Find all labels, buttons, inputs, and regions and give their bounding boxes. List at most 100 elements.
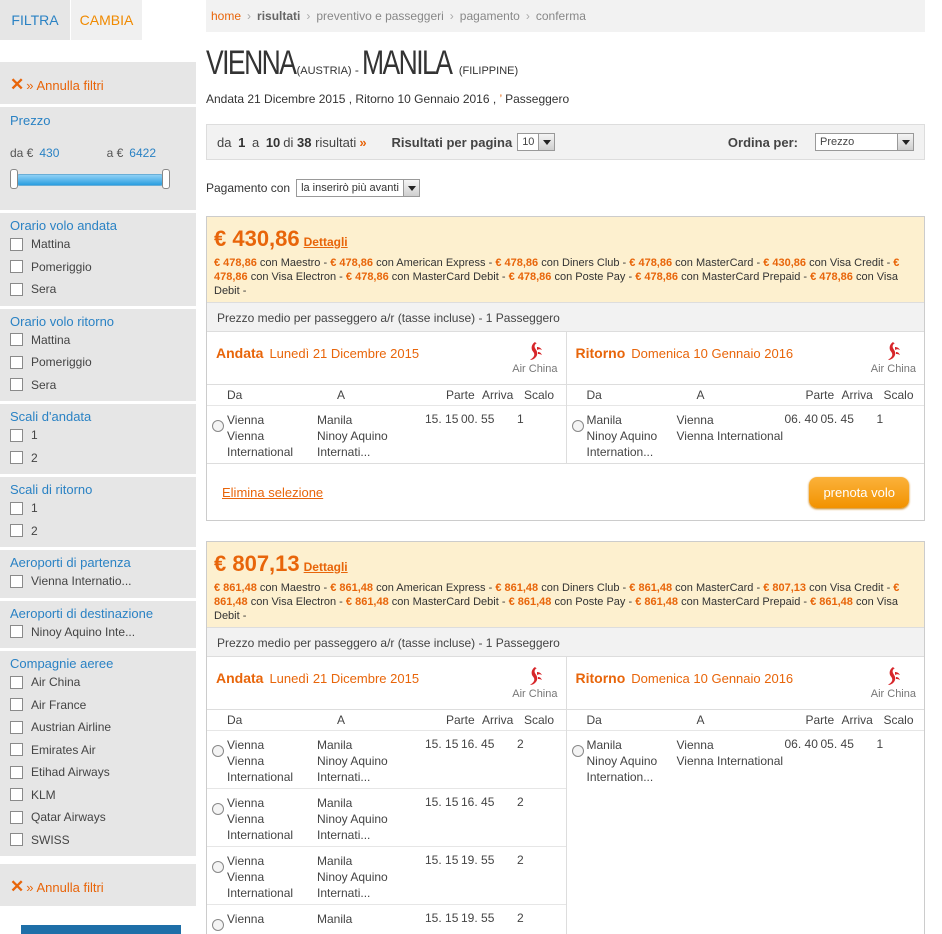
flight-select-radio[interactable] [571, 745, 584, 757]
flight-select-radio[interactable] [212, 803, 224, 815]
card-price-list: € 861,48 con Maestro - € 861,48 con Amer… [214, 582, 900, 622]
return-time-option[interactable]: Sera [10, 374, 186, 397]
checkbox[interactable] [10, 625, 23, 639]
checkbox[interactable] [10, 428, 23, 442]
airline-option[interactable]: Air China [10, 671, 186, 694]
price-slider-track[interactable] [14, 174, 166, 186]
chevron-down-icon[interactable] [897, 134, 913, 150]
card-price: € 478,86 [330, 257, 374, 269]
checkbox[interactable] [10, 788, 23, 802]
flight-row[interactable]: Vienna Vienna International Manila Ninoy Aq… [207, 788, 566, 846]
flight-select-radio[interactable] [571, 420, 584, 432]
arrival-time: 00. 55 [461, 412, 495, 426]
route-to-country: (FILIPPINE) [458, 65, 519, 77]
details-link[interactable]: Dettagli [304, 560, 348, 574]
airline-option[interactable]: KLM [10, 784, 186, 807]
clear-selection-link[interactable]: Elimina selezione [222, 485, 323, 500]
price-slider[interactable] [10, 169, 170, 189]
airline-option[interactable]: Emirates Air [10, 739, 186, 762]
price-min: da € 430 [10, 146, 59, 160]
airline-option[interactable]: Austrian Airline [10, 716, 186, 739]
return-time-option[interactable]: Mattina [10, 329, 186, 352]
checkbox[interactable] [10, 833, 23, 847]
checkbox[interactable] [10, 451, 23, 465]
checkbox[interactable] [10, 333, 23, 347]
leg-date: Lunedì 21 Dicembre 2015 [269, 671, 420, 686]
departure-airport-option[interactable]: Vienna Internatio... [10, 570, 186, 593]
flight-select-radio[interactable] [212, 420, 224, 432]
airline-option[interactable]: SWISS [10, 829, 186, 852]
departure-time: 15. 15 [425, 795, 459, 809]
return-time-option[interactable]: Pomeriggio [10, 351, 186, 374]
from-city: Vienna [227, 796, 265, 810]
airline-option[interactable]: Etihad Airways [10, 761, 186, 784]
to-airport: Vienna International [676, 754, 784, 768]
checkbox[interactable] [10, 501, 23, 515]
flight-to: Manila Ninoy Aquino Internati... [317, 412, 425, 463]
per-page-select[interactable]: 10 [517, 133, 556, 151]
outbound-stops-option[interactable]: 2 [10, 447, 186, 470]
air-china-logo-icon [888, 667, 901, 685]
reset-filters-link-bottom[interactable]: ✕» Annulla filtri [0, 864, 196, 906]
flight-select-radio[interactable] [212, 745, 224, 757]
price-box: € 807,13 Dettagli € 861,48 con Maestro - … [207, 542, 924, 627]
checkbox[interactable] [10, 355, 23, 369]
option-label: Sera [31, 282, 57, 297]
next-page-icon[interactable]: » [359, 135, 366, 150]
outbound-time-option[interactable]: Sera [10, 278, 186, 301]
card-name: MasterCard Debit [412, 596, 499, 608]
chevron-down-icon[interactable] [402, 180, 419, 196]
flight-row[interactable]: Manila Ninoy Aquino Internation... Vienna Vi… [566, 405, 924, 463]
pager-di: di [283, 134, 294, 150]
destination-airport-option[interactable]: Ninoy Aquino Inte... [10, 621, 186, 644]
card-price: € 861,48 [345, 596, 389, 608]
checkbox[interactable] [10, 574, 23, 588]
book-flight-button[interactable]: prenota volo [809, 476, 909, 508]
checkbox[interactable] [10, 378, 23, 392]
airline-name: Air China [870, 688, 916, 700]
outbound-stops-option[interactable]: 1 [10, 424, 186, 447]
outbound-time-option[interactable]: Mattina [10, 233, 186, 256]
flight-row[interactable]: Vienna Vienna International Manila Ninoy Aq… [207, 846, 566, 904]
chevron-down-icon[interactable] [538, 134, 555, 150]
tab-cambia[interactable]: CAMBIA [70, 0, 142, 40]
col-da: Da [586, 713, 602, 727]
flight-row[interactable]: Vienna Vienna International Manila Ninoy Aq… [207, 405, 566, 463]
results-main: home › risultati › preventivo e passeggeri › p… [206, 0, 925, 934]
checkbox[interactable] [10, 237, 23, 251]
flight-row[interactable]: Vienna Manila 15. 15 19. 55 2 [207, 904, 566, 934]
payment-select[interactable]: la inserirò più avanti [296, 179, 420, 197]
breadcrumb-home[interactable]: home [211, 9, 241, 23]
stops-count: 1 [876, 412, 884, 426]
outbound-time-option[interactable]: Pomeriggio [10, 256, 186, 279]
checkbox[interactable] [10, 260, 23, 274]
airline-option[interactable]: Air France [10, 694, 186, 717]
details-link[interactable]: Dettagli [304, 235, 348, 249]
flight-from: Vienna Vienna International [207, 795, 317, 846]
flight-select-radio[interactable] [212, 861, 224, 873]
outbound-stops-title: Scali d'andata [10, 409, 92, 424]
price-slider-min-handle[interactable] [10, 169, 18, 189]
flight-row[interactable]: Manila Ninoy Aquino Internation... Vienna Vi… [566, 730, 924, 788]
return-stops-option[interactable]: 1 [10, 497, 186, 520]
checkbox[interactable] [10, 765, 23, 779]
checkbox[interactable] [10, 810, 23, 824]
tab-filtra[interactable]: FILTRA [0, 0, 70, 40]
checkbox[interactable] [10, 524, 23, 538]
airline-option[interactable]: Qatar Airways [10, 806, 186, 829]
card-name: MasterCard [695, 257, 754, 269]
arrival-time: 19. 55 [461, 853, 495, 867]
checkbox[interactable] [10, 720, 23, 734]
checkbox[interactable] [10, 743, 23, 757]
checkbox[interactable] [10, 675, 23, 689]
checkbox[interactable] [10, 698, 23, 712]
card-name: Maestro [280, 582, 321, 594]
checkbox[interactable] [10, 282, 23, 296]
flight-select-radio[interactable] [212, 919, 224, 931]
price-slider-max-handle[interactable] [162, 169, 170, 189]
return-stops-option[interactable]: 2 [10, 520, 186, 543]
col-a: A [337, 713, 346, 727]
flight-row[interactable]: Vienna Vienna International Manila Ninoy Aq… [207, 730, 566, 788]
reset-filters-link[interactable]: ✕» Annulla filtri [0, 62, 196, 104]
sort-select[interactable]: Prezzo [815, 133, 914, 151]
